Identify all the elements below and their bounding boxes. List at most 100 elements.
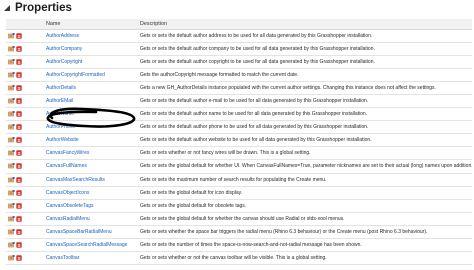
row-name-cell: CanvasToolbar xyxy=(44,251,138,265)
svg-text:S: S xyxy=(17,34,20,39)
table-row: S AuthorEMail Gets or sets the default aut… xyxy=(6,94,472,109)
collapse-triangle-icon[interactable] xyxy=(2,4,11,13)
row-icons-cell: S xyxy=(6,55,44,70)
svg-text:S: S xyxy=(17,86,20,91)
row-description: Gets or sets the number of times the spa… xyxy=(138,238,472,252)
property-icon xyxy=(8,228,15,235)
property-icon xyxy=(8,176,15,183)
row-description: Gets or sets the maximum number of searc… xyxy=(138,173,472,187)
static-s-icon: S xyxy=(16,202,23,209)
svg-text:S: S xyxy=(17,112,20,117)
property-link[interactable]: CanvasSpaceSearchRadialMessage xyxy=(46,242,127,248)
property-icon xyxy=(8,202,15,209)
row-icons-cell: S xyxy=(6,81,44,96)
property-link[interactable]: CanvasObjectIcons xyxy=(46,190,89,196)
header-name: Name xyxy=(44,19,138,30)
row-name-cell: AuthorPhone xyxy=(44,120,138,135)
svg-text:S: S xyxy=(17,125,20,130)
property-link[interactable]: CanvasFullNames xyxy=(46,163,87,169)
table-row: S AuthorCompany Gets or sets the default a… xyxy=(6,42,472,57)
property-link[interactable]: AuthorAddress xyxy=(46,33,79,39)
row-icons-cell: S xyxy=(6,186,44,200)
table-row: S AuthorName Gets or sets the default auth… xyxy=(6,107,472,122)
row-name-cell: AuthorAddress xyxy=(44,29,138,44)
property-link[interactable]: CanvasFancyWires xyxy=(46,150,89,156)
row-description: Gets or sets the global default for whet… xyxy=(138,212,472,226)
row-description: Gets a new GH_AuthorDetails instance pop… xyxy=(138,81,472,96)
row-icons-cell: S xyxy=(6,146,44,161)
row-description: Gets or sets the default author phone to… xyxy=(138,120,472,135)
static-s-icon: S xyxy=(16,137,23,143)
property-link[interactable]: AuthorEMail xyxy=(46,98,73,104)
table-row: S AuthorWebsite Gets or sets the default a… xyxy=(6,133,472,148)
properties-section-header[interactable]: Properties xyxy=(0,0,474,16)
svg-text:S: S xyxy=(17,60,20,65)
svg-text:S: S xyxy=(17,47,20,52)
header-description: Description xyxy=(138,19,472,30)
row-icons-cell: S xyxy=(6,238,44,252)
row-description: Gets or sets the default author website … xyxy=(138,133,472,148)
table-row: S CanvasToolbar Gets or sets whether or no… xyxy=(6,251,472,265)
property-link[interactable]: AuthorDetails xyxy=(46,85,76,91)
static-s-icon: S xyxy=(16,176,23,183)
static-s-icon: S xyxy=(16,150,23,156)
row-description: Gets or sets the default author name to … xyxy=(138,107,472,122)
property-link[interactable]: AuthorWebsite xyxy=(46,137,79,143)
row-name-cell: CanvasObjectIcons xyxy=(44,186,138,200)
table-header-row: Name Description xyxy=(6,19,472,30)
property-link[interactable]: CanvasMaxSearchResults xyxy=(46,177,105,183)
row-name-cell: AuthorWebsite xyxy=(44,133,138,148)
static-s-icon: S xyxy=(16,33,23,39)
row-name-cell: AuthorName xyxy=(44,107,138,122)
svg-text:S: S xyxy=(17,256,20,261)
row-name-cell: CanvasObsoleteTags xyxy=(44,199,138,213)
row-icons-cell: S xyxy=(6,133,44,148)
row-name-cell: CanvasMaxSearchResults xyxy=(44,173,138,187)
table-row: S CanvasRadialMenu Gets or sets the global… xyxy=(6,212,472,226)
svg-text:S: S xyxy=(17,164,20,169)
row-icons-cell: S xyxy=(6,94,44,109)
static-s-icon: S xyxy=(16,163,23,169)
svg-text:S: S xyxy=(17,243,20,248)
property-link[interactable]: AuthorCompany xyxy=(46,46,82,52)
static-s-icon: S xyxy=(16,124,23,130)
property-link[interactable]: AuthorCopyrightFormatted xyxy=(46,72,105,78)
row-description: Gets or sets the default author e-mail t… xyxy=(138,94,472,109)
property-icon xyxy=(8,98,15,104)
row-name-cell: AuthorCopyrightFormatted xyxy=(44,68,138,83)
table-row: S AuthorAddress Gets or sets the default a… xyxy=(6,29,472,44)
property-link[interactable]: CanvasObsoleteTags xyxy=(46,203,94,209)
svg-text:S: S xyxy=(17,230,20,235)
property-icon xyxy=(8,189,15,196)
property-icon xyxy=(8,163,15,169)
row-name-cell: AuthorCompany xyxy=(44,42,138,57)
static-s-icon: S xyxy=(16,111,23,117)
property-link[interactable]: AuthorCopyright xyxy=(46,59,82,65)
svg-text:S: S xyxy=(17,216,20,221)
property-link[interactable]: AuthorName xyxy=(46,111,74,117)
svg-text:S: S xyxy=(17,151,20,156)
property-icon xyxy=(8,215,15,222)
row-icons-cell: S xyxy=(6,159,44,174)
row-description: Gets or sets whether or not the canvas t… xyxy=(138,251,472,265)
property-icon xyxy=(8,85,15,91)
property-icon xyxy=(8,59,15,65)
static-s-icon: S xyxy=(16,46,23,52)
row-name-cell: CanvasFullNames xyxy=(44,159,138,174)
table-row: S CanvasSpaceSearchRadialMessage Gets or s… xyxy=(6,238,472,252)
property-link[interactable]: CanvasToolbar xyxy=(46,255,79,261)
row-name-cell: AuthorCopyright xyxy=(44,55,138,70)
row-description: Gets or sets whether or not fancy wires … xyxy=(138,146,472,161)
table-row: S CanvasObjectIcons Gets or sets the globa… xyxy=(6,186,472,200)
property-link[interactable]: AuthorPhone xyxy=(46,124,75,130)
row-icons-cell: S xyxy=(6,212,44,226)
row-name-cell: AuthorDetails xyxy=(44,81,138,96)
table-row: S CanvasObsoleteTags Gets or sets the glob… xyxy=(6,199,472,213)
property-icon xyxy=(8,111,15,117)
svg-text:S: S xyxy=(17,73,20,78)
row-description: Gets or sets the global default for whet… xyxy=(138,159,472,174)
static-s-icon: S xyxy=(16,255,23,261)
property-link[interactable]: CanvasRadialMenu xyxy=(46,216,90,222)
table-row: S CanvasSpaceBarRadialMenu Gets or sets wh… xyxy=(6,225,472,239)
property-link[interactable]: CanvasSpaceBarRadialMenu xyxy=(46,229,112,235)
